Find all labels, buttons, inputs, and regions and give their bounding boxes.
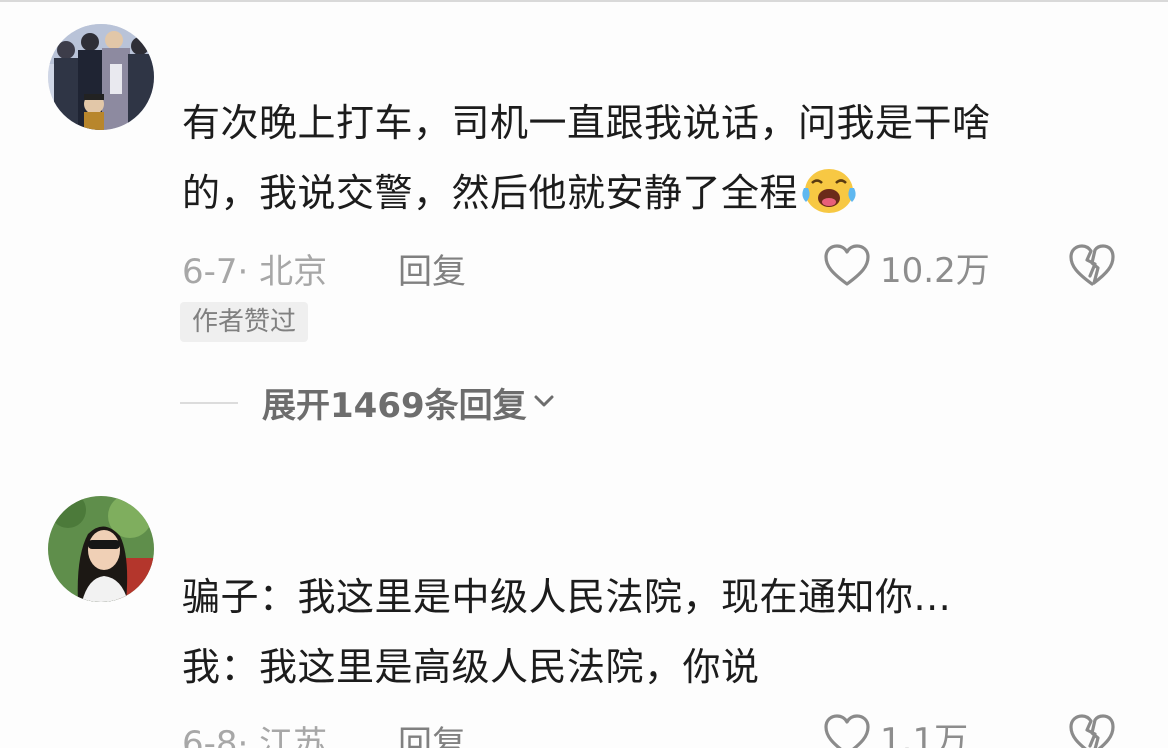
author-liked-badge: 作者赞过 bbox=[180, 302, 309, 342]
comment-line-text: 的，我说交警，然后他就安静了全程 bbox=[182, 171, 799, 215]
broken-heart-icon bbox=[1066, 714, 1118, 748]
like-button[interactable]: 10.2万 bbox=[822, 242, 990, 292]
date-location: 6-8· 江苏 bbox=[182, 724, 328, 748]
broken-heart-icon bbox=[1066, 244, 1118, 292]
like-count: 10.2万 bbox=[880, 250, 990, 291]
expand-replies-label: 展开1469条回复 bbox=[262, 386, 527, 426]
divider-dash bbox=[180, 401, 238, 404]
comment-meta: 6-8· 江苏 回复 bbox=[182, 716, 466, 748]
expand-replies-button[interactable]: 展开1469条回复 bbox=[180, 378, 557, 427]
comment-line: 有次晚上打车，司机一直跟我说话，问我是干啥 bbox=[182, 101, 991, 145]
reply-button[interactable]: 回复 bbox=[398, 244, 466, 293]
dislike-button[interactable] bbox=[1066, 242, 1118, 292]
like-count: 1.1万 bbox=[880, 720, 969, 748]
like-button[interactable]: 1.1万 bbox=[822, 712, 968, 748]
woman-sunglasses-avatar-icon[interactable] bbox=[48, 496, 154, 602]
comment-page: 有次晚上打车，司机一直跟我说话，问我是干啥 的，我说交警，然后他就安静了全程 6… bbox=[0, 0, 1168, 748]
comment-meta: 6-7· 北京 回复 bbox=[182, 244, 466, 293]
top-divider bbox=[0, 0, 1168, 2]
heart-icon bbox=[822, 712, 872, 748]
reply-button[interactable]: 回复 bbox=[398, 716, 466, 748]
laughing-crying-emoji-icon bbox=[800, 166, 858, 216]
comment-line: 骗子：我这里是中级人民法院，现在通知你... bbox=[182, 575, 952, 619]
dislike-button[interactable] bbox=[1066, 712, 1118, 748]
date-location: 6-7· 北京 bbox=[182, 252, 328, 292]
comment-line: 的，我说交警，然后他就安静了全程 bbox=[182, 158, 1122, 228]
heart-icon bbox=[822, 242, 872, 292]
chevron-down-icon bbox=[527, 388, 557, 418]
comment-line: 我：我这里是高级人民法院，你说 bbox=[182, 645, 760, 689]
cartoon-group-avatar-icon[interactable] bbox=[48, 24, 154, 130]
comment-text: 骗子：我这里是中级人民法院，现在通知你... 我：我这里是高级人民法院，你说 bbox=[182, 562, 1122, 702]
comment-text: 有次晚上打车，司机一直跟我说话，问我是干啥 的，我说交警，然后他就安静了全程 bbox=[182, 88, 1122, 228]
